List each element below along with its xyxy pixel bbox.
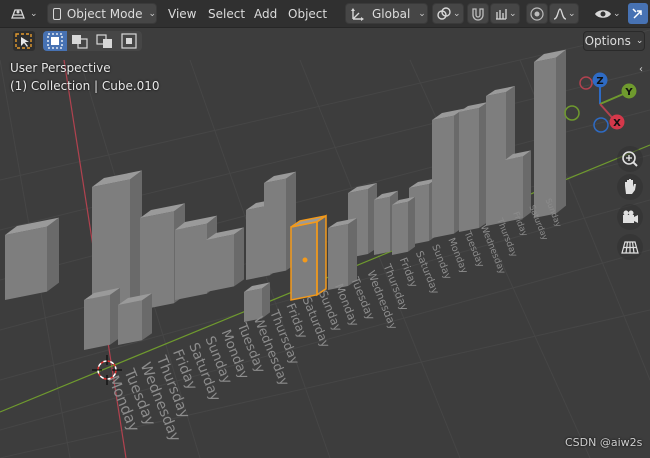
chevron-down-icon: ⌄	[635, 36, 644, 46]
svg-text:Y: Y	[624, 87, 633, 98]
selection-mode-intersect-button[interactable]	[118, 31, 142, 51]
transform-orientation-dropdown[interactable]: Global ⌄	[345, 3, 428, 24]
extend-selection-icon	[72, 35, 88, 49]
toggle-perspective-button[interactable]	[617, 234, 643, 260]
tool-settings-row: Options ⌄	[0, 28, 650, 54]
watermark: CSDN @aiw2s	[565, 436, 643, 449]
options-dropdown[interactable]: Options ⌄	[583, 31, 645, 51]
object-origin-dot	[302, 257, 308, 263]
3d-viewport[interactable]: Monday Tuesday Wednesday Thursday Friday Satu…	[0, 0, 650, 458]
chevron-down-icon: ⌄	[418, 8, 426, 19]
zoom-button[interactable]	[617, 146, 643, 172]
grid-icon	[621, 241, 639, 254]
proportional-editing-toggle[interactable]	[526, 3, 548, 24]
bar-0[interactable]	[5, 217, 59, 300]
menu-select[interactable]: Select	[202, 3, 251, 24]
intersect-selection-icon	[121, 33, 137, 49]
camera-view-button[interactable]	[617, 204, 643, 230]
falloff-dropdown[interactable]: ⌄	[549, 3, 579, 24]
options-label: Options	[584, 34, 631, 48]
bar-11[interactable]	[459, 102, 488, 232]
orientation-label: Global	[372, 6, 411, 21]
gizmo-icon	[632, 7, 642, 19]
gizmo-toggle[interactable]	[628, 3, 648, 24]
navigation-gizmo[interactable]: Z Y X	[560, 68, 640, 148]
svg-text:X: X	[613, 118, 621, 129]
chevron-down-icon: ⌄	[453, 8, 461, 19]
3d-viewport-icon	[11, 8, 25, 19]
chevron-down-icon: ⌄	[613, 8, 621, 19]
menu-add[interactable]: Add	[248, 3, 283, 24]
menu-object[interactable]: Object	[282, 3, 333, 24]
object-mode-icon	[53, 7, 61, 20]
select-tool-button[interactable]	[13, 31, 35, 51]
visibility-dropdown[interactable]: ⌄	[592, 3, 624, 24]
editor-type-button[interactable]: ⌄	[6, 3, 42, 24]
snap-increment-icon	[496, 8, 507, 20]
selection-mode-extend-button[interactable]	[68, 31, 92, 51]
snap-toggle[interactable]	[467, 3, 489, 24]
svg-text:Z: Z	[596, 76, 603, 87]
bar-front-0[interactable]	[84, 287, 120, 350]
set-selection-icon	[47, 33, 63, 49]
selected-cube[interactable]	[290, 214, 327, 301]
pivot-icon	[437, 6, 451, 20]
pivot-point-dropdown[interactable]: ⌄	[432, 3, 464, 24]
chevron-down-icon: ⌄	[148, 8, 156, 19]
orientation-icon	[351, 7, 364, 21]
chevron-down-icon: ⌄	[568, 8, 576, 19]
selection-mode-subtract-button[interactable]	[93, 31, 117, 51]
select-box-icon	[15, 33, 32, 49]
eye-icon	[595, 9, 611, 18]
falloff-curve-icon	[553, 7, 567, 20]
chevron-down-icon: ⌄	[509, 8, 517, 19]
mode-dropdown[interactable]: Object Mode ⌄	[47, 3, 157, 24]
perspective-label: User Perspective	[10, 61, 111, 75]
magnet-icon	[472, 7, 484, 21]
bar-front-4[interactable]	[392, 196, 415, 255]
snap-target-dropdown[interactable]: ⌄	[490, 3, 520, 24]
collection-label: (1) Collection | Cube.010	[10, 79, 160, 93]
zoom-icon	[622, 151, 638, 167]
hand-icon	[625, 179, 636, 194]
proportional-editing-icon	[530, 6, 544, 21]
blender-window: Monday Tuesday Wednesday Thursday Friday Satu…	[0, 0, 650, 458]
camera-icon	[623, 210, 638, 223]
menu-view[interactable]: View	[162, 3, 202, 24]
header-overflow-icon[interactable]: ‹	[639, 64, 643, 75]
subtract-selection-icon	[96, 34, 112, 48]
bar-4[interactable]	[206, 227, 244, 292]
pan-button[interactable]	[617, 174, 643, 200]
viewport-header: ⌄ Object Mode ⌄ View Select Add Object G…	[0, 0, 650, 28]
chevron-down-icon: ⌄	[30, 8, 38, 19]
mode-label: Object Mode	[66, 6, 143, 21]
selection-mode-set-button[interactable]	[43, 31, 67, 51]
